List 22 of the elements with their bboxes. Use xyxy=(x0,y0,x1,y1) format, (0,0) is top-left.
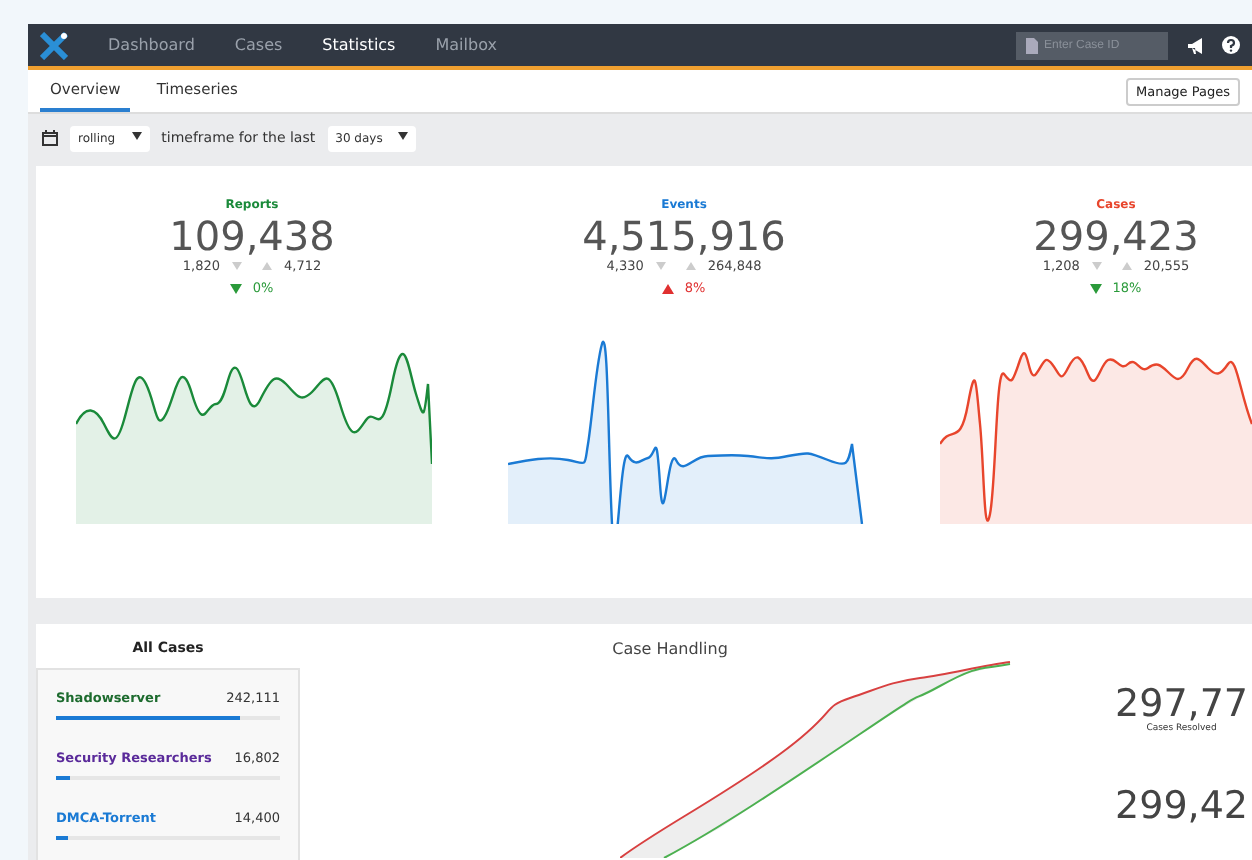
caret-icon xyxy=(131,131,142,139)
down-triangle-icon xyxy=(1091,262,1102,270)
megaphone-icon[interactable] xyxy=(1188,37,1206,53)
calendar-icon[interactable] xyxy=(42,130,58,146)
chart-title: Case Handling xyxy=(612,640,728,658)
stat-value: 109,438 xyxy=(169,214,335,258)
up-triangle-icon xyxy=(685,262,696,270)
nav-link[interactable]: Dashboard xyxy=(108,36,195,54)
figure-value: 299,42 xyxy=(1115,786,1248,826)
stat-value: 4,515,916 xyxy=(582,214,786,258)
logo-icon[interactable] xyxy=(40,31,68,59)
up-triangle-icon xyxy=(262,262,272,270)
down-triangle-icon xyxy=(232,262,242,270)
figure-value: 297,77 xyxy=(1115,684,1248,724)
nav-link[interactable]: Statistics xyxy=(322,36,396,54)
down-triangle-icon xyxy=(655,262,666,270)
nav-link[interactable]: Cases xyxy=(234,36,283,54)
stat-value: 299,423 xyxy=(1033,214,1199,258)
nav-link[interactable]: Mailbox xyxy=(435,36,497,54)
help-icon[interactable] xyxy=(1222,36,1240,54)
caret-icon xyxy=(398,131,409,139)
up-triangle-icon xyxy=(1121,262,1132,270)
